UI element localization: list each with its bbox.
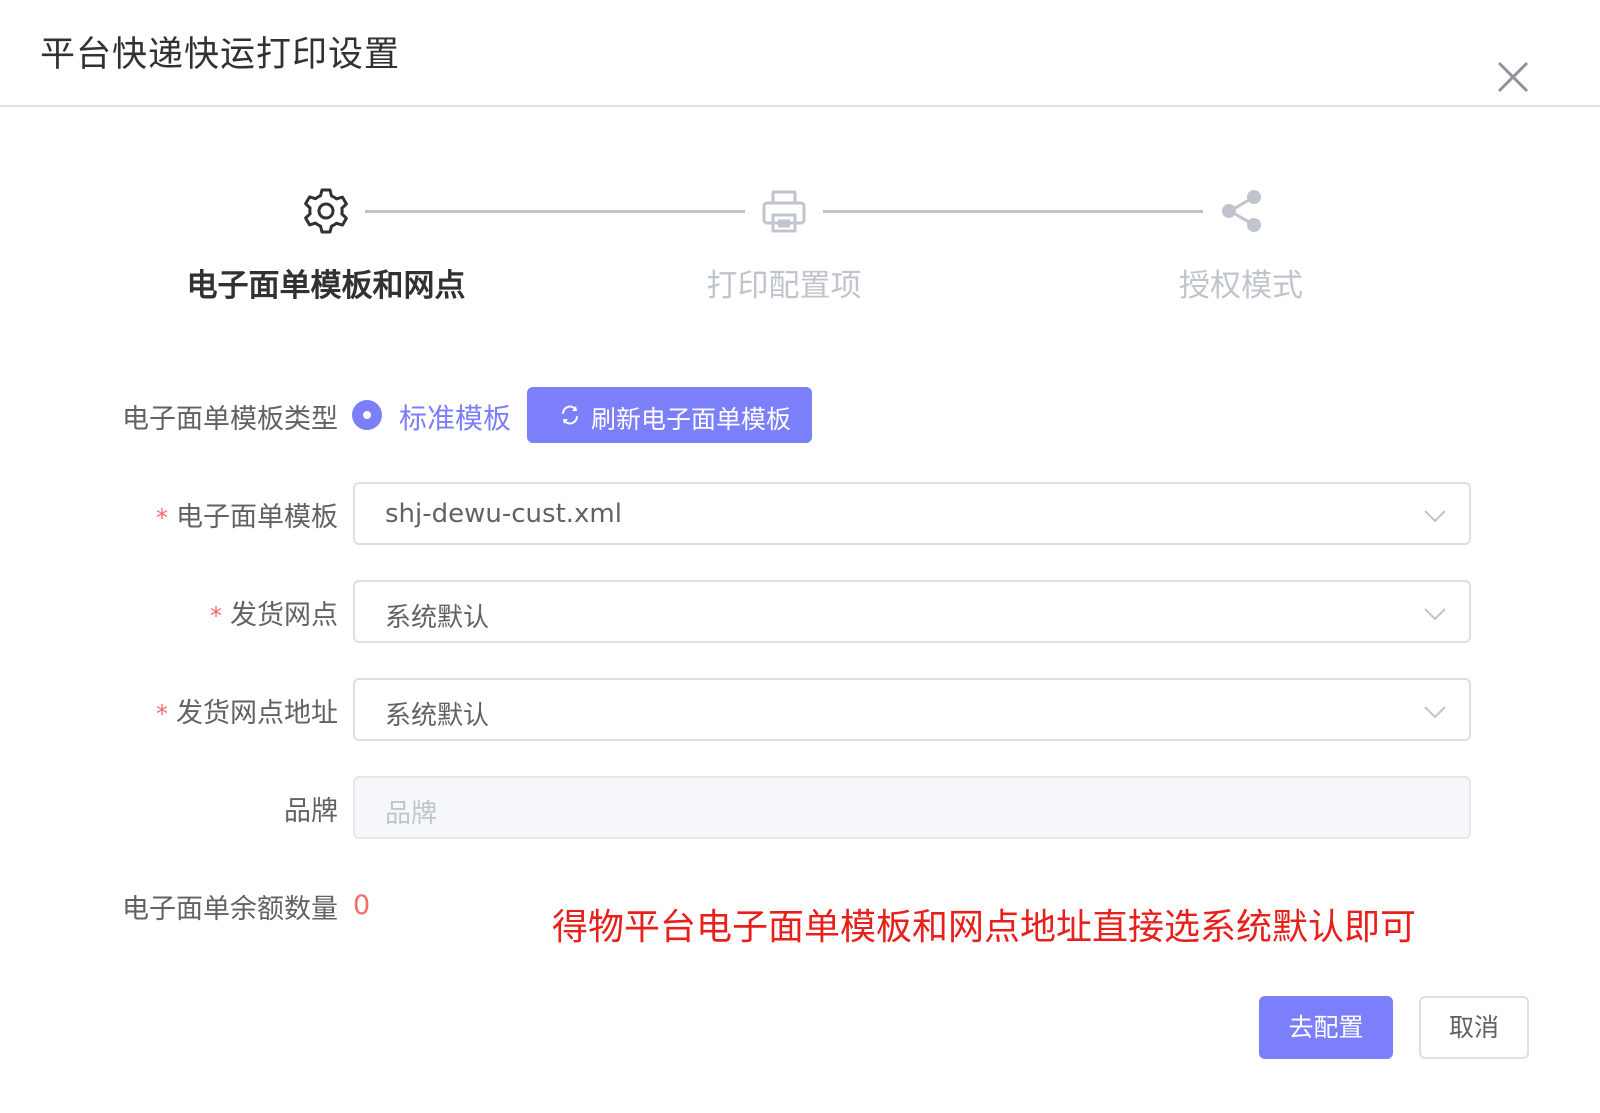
chevron-down-icon <box>1423 602 1447 626</box>
outlet-select[interactable]: 系统默认 <box>353 580 1471 643</box>
outlet-select-value: 系统默认 <box>385 603 490 633</box>
dialog-header: 平台快递快运打印设置 <box>0 0 1600 107</box>
outlet-address-select[interactable]: 系统默认 <box>353 678 1471 741</box>
brand-input: 品牌 <box>353 776 1471 839</box>
gear-icon <box>301 186 351 236</box>
step-label-template: 电子面单模板和网点 <box>186 268 466 304</box>
chevron-down-icon <box>1423 700 1447 724</box>
step-connector <box>365 210 745 213</box>
printer-icon <box>759 186 809 236</box>
step-label-print-config: 打印配置项 <box>706 268 862 304</box>
outlet-label: * 发货网点 <box>210 600 338 631</box>
standard-template-radio-label[interactable]: 标准模板 <box>399 397 511 437</box>
close-icon[interactable] <box>1494 58 1532 96</box>
balance-value: 0 <box>353 890 371 921</box>
share-icon <box>1217 186 1267 236</box>
template-type-label: 电子面单模板类型 <box>122 404 338 435</box>
step-label-auth-mode: 授权模式 <box>1179 268 1303 304</box>
refresh-icon <box>559 404 581 426</box>
balance-label: 电子面单余额数量 <box>122 894 338 925</box>
print-settings-dialog: 平台快递快运打印设置 电子面单模板和网点 打印配置项 授权模式 电子面单模板类型… <box>0 0 1600 1113</box>
standard-template-radio[interactable] <box>352 400 382 430</box>
brand-input-placeholder: 品牌 <box>385 799 438 829</box>
dialog-title: 平台快递快运打印设置 <box>40 35 401 75</box>
refresh-template-button-label: 刷新电子面单模板 <box>591 405 792 434</box>
annotation-note: 得物平台电子面单模板和网点地址直接选系统默认即可 <box>552 907 1417 948</box>
chevron-down-icon <box>1423 504 1447 528</box>
brand-label: 品牌 <box>284 796 338 827</box>
template-select[interactable]: shj-dewu-cust.xml <box>353 482 1471 545</box>
outlet-address-label: * 发货网点地址 <box>156 698 338 729</box>
outlet-address-select-value: 系统默认 <box>385 701 490 731</box>
step-connector <box>823 210 1203 213</box>
steps-bar: 电子面单模板和网点 打印配置项 授权模式 <box>0 180 1600 320</box>
cancel-button[interactable]: 取消 <box>1419 996 1529 1059</box>
refresh-template-button[interactable]: 刷新电子面单模板 <box>527 387 812 443</box>
template-select-value: shj-dewu-cust.xml <box>385 499 622 529</box>
template-label: * 电子面单模板 <box>156 502 338 533</box>
configure-button[interactable]: 去配置 <box>1259 996 1393 1059</box>
